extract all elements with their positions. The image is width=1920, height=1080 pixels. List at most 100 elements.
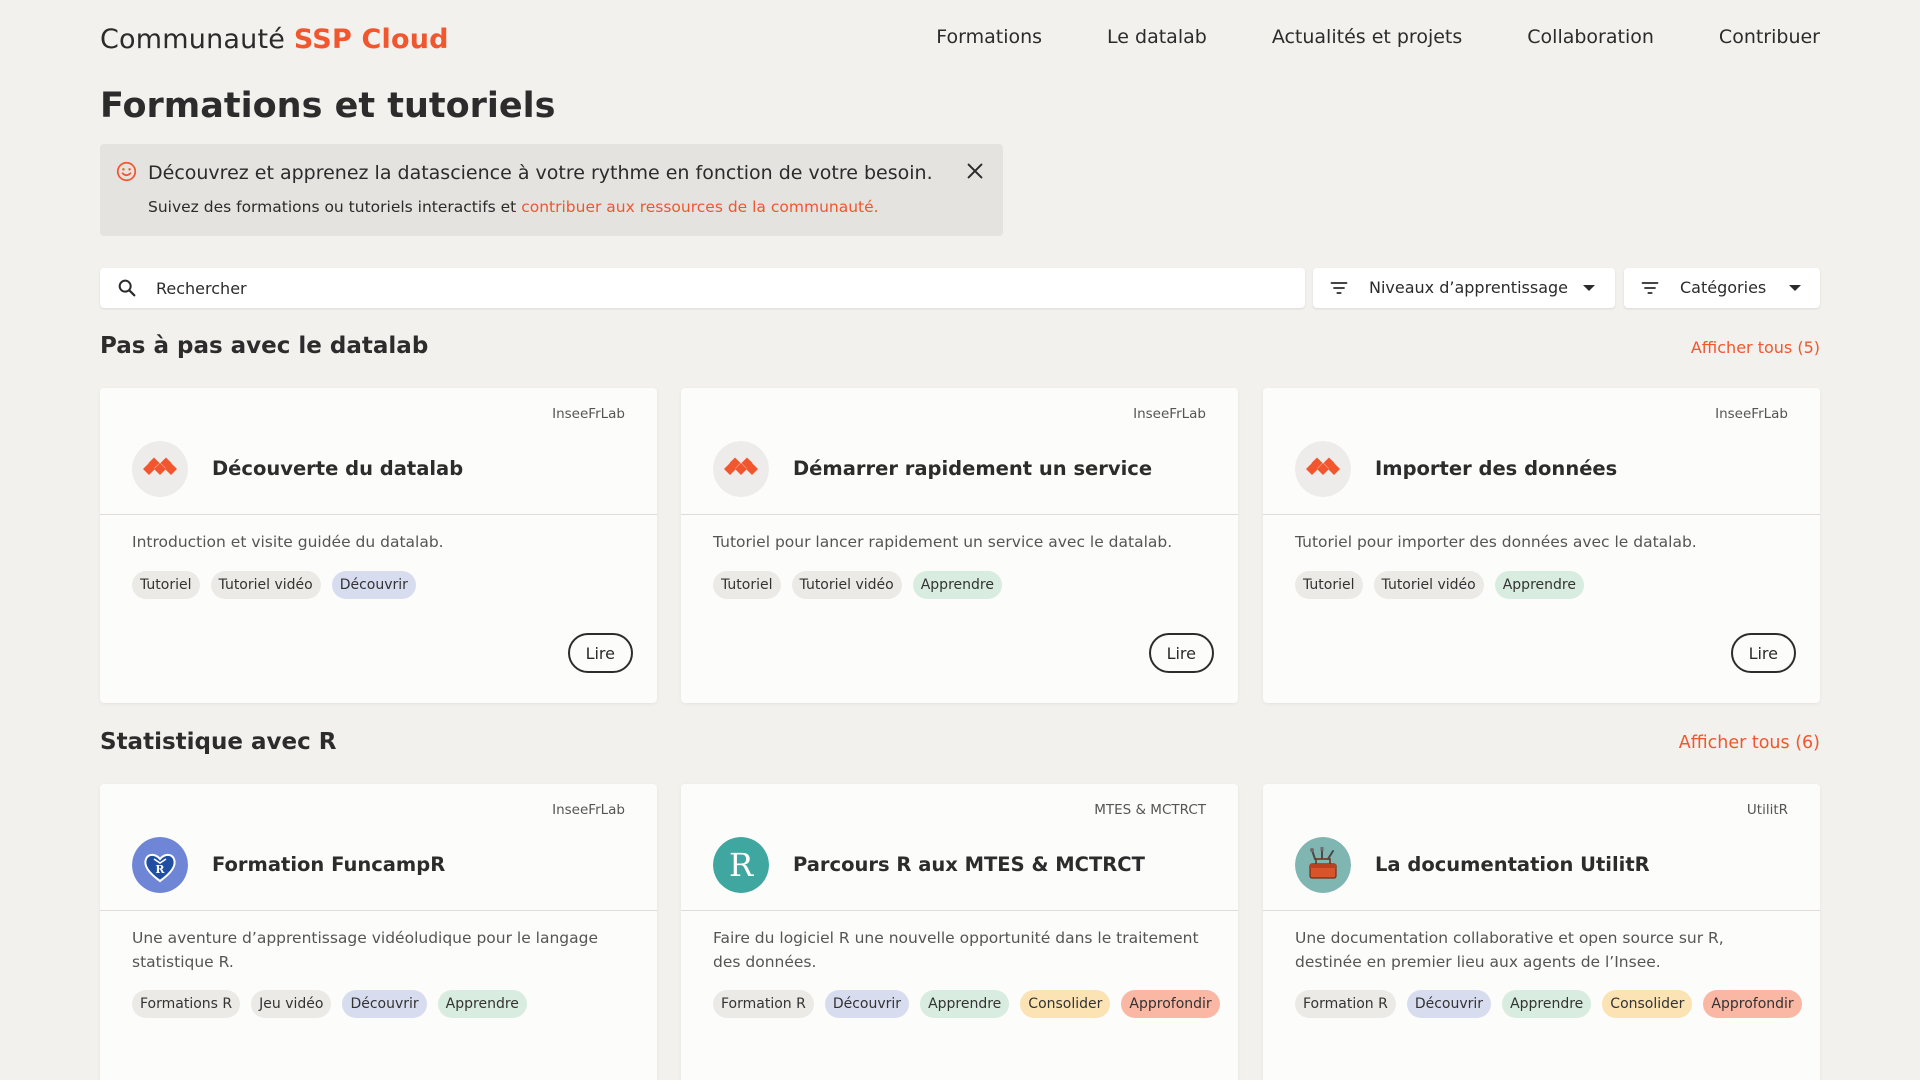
tag[interactable]: Découvrir [331,571,416,599]
tag[interactable]: Découvrir [824,990,910,1018]
filter-icon [1641,282,1659,294]
close-icon[interactable] [964,160,986,182]
brand-name: SSP Cloud [293,24,449,55]
card-divider [100,910,657,911]
tag[interactable]: Tutoriel [1295,571,1363,599]
categories-filter-dropdown[interactable]: Catégories [1624,268,1820,308]
card-org: UtilitR [1746,802,1788,818]
main-nav: Formations Le datalab Actualités et proj… [936,26,1820,48]
card-tags: Formations R Jeu vidéo Découvrir Apprend… [132,990,642,1018]
card-tags: Tutoriel Tutoriel vidéo Apprendre [1295,571,1805,599]
card-divider [1263,514,1820,515]
banner-sub-text: Suivez des formations ou tutoriels inter… [148,198,517,216]
tag[interactable]: Apprendre [912,571,1002,599]
nav-collaboration[interactable]: Collaboration [1527,26,1654,48]
tag[interactable]: Tutoriel [713,571,781,599]
read-button[interactable]: Lire [1730,633,1796,673]
tag[interactable]: Jeu vidéo [251,990,332,1018]
nav-formations[interactable]: Formations [936,26,1042,48]
card-divider [100,514,657,515]
card-tags: Formation R Découvrir Apprendre Consolid… [1295,990,1805,1018]
r-letter-icon: R [713,837,769,893]
tag[interactable]: Apprendre [1494,571,1584,599]
tag[interactable]: Tutoriel vidéo [210,571,321,599]
card-org: InseeFrLab [1133,406,1206,422]
levels-filter-dropdown[interactable]: Niveaux d’apprentissage [1313,268,1615,308]
tag[interactable]: Formations R [132,990,241,1018]
onyxia-icon [132,441,188,497]
levels-filter-label: Niveaux d’apprentissage [1369,278,1568,297]
page-title: Formations et tutoriels [100,86,556,126]
site-logo[interactable]: Communauté SSP Cloud [100,24,449,55]
show-all-link[interactable]: Afficher tous (6) [1679,733,1820,753]
contribute-link[interactable]: contribuer aux ressources de la communau… [521,198,878,216]
nav-contribuer[interactable]: Contribuer [1719,26,1820,48]
card-org: InseeFrLab [552,406,625,422]
tag[interactable]: Consolider [1020,990,1111,1018]
card-org: InseeFrLab [552,802,625,818]
banner-subtext: Suivez des formations ou tutoriels inter… [148,198,879,216]
card-title: Formation FuncampR [212,853,446,876]
card-divider [681,910,1238,911]
info-banner: Découvrez et apprenez la datascience à v… [100,144,1003,236]
tag[interactable]: Tutoriel [132,571,200,599]
card-org: InseeFrLab [1715,406,1788,422]
card-description: Faire du logiciel R une nouvelle opportu… [713,929,1199,971]
search-bar [100,268,1305,308]
funcampr-heart-icon: R [132,837,188,893]
brand-prefix: Communauté [100,24,286,55]
svg-text:R: R [155,863,165,876]
card-tags: Tutoriel Tutoriel vidéo Apprendre [713,571,1223,599]
onyxia-icon [1295,441,1351,497]
banner-headline: Découvrez et apprenez la datascience à v… [148,162,933,184]
search-input[interactable] [156,268,1256,308]
card-title: Importer des données [1375,457,1618,480]
categories-filter-label: Catégories [1680,278,1767,297]
tag[interactable]: Tutoriel vidéo [1373,571,1484,599]
course-card[interactable]: MTES & MCTRCT R Parcours R aux MTES & MC… [681,784,1238,1080]
card-org: MTES & MCTRCT [1094,802,1206,818]
nav-le-datalab[interactable]: Le datalab [1107,26,1207,48]
tag[interactable]: Découvrir [1406,990,1492,1018]
card-description: Introduction et visite guidée du datalab… [132,533,444,551]
tag[interactable]: Tutoriel vidéo [791,571,902,599]
card-title: Parcours R aux MTES & MCTRCT [793,853,1145,876]
toolbox-icon [1295,837,1351,893]
tag[interactable]: Apprendre [1502,990,1592,1018]
card-description: Une aventure d’apprentissage vidéoludiqu… [132,929,599,971]
tag[interactable]: Apprendre [437,990,527,1018]
tag[interactable]: Apprendre [920,990,1010,1018]
tag[interactable]: Découvrir [342,990,427,1018]
card-description: Tutoriel pour lancer rapidement un servi… [713,533,1173,551]
tag[interactable]: Formation R [713,990,814,1018]
tag[interactable]: Approfondir [1703,990,1802,1018]
card-tags: Tutoriel Tutoriel vidéo Découvrir [132,571,642,599]
course-card[interactable]: InseeFrLab R Formation FuncampR Une aven… [100,784,657,1080]
read-button[interactable]: Lire [1148,633,1214,673]
smiley-icon [116,161,137,182]
card-divider [1263,910,1820,911]
svg-text:R: R [729,846,754,884]
card-title: Découverte du datalab [212,457,464,480]
card-description: Tutoriel pour importer des données avec … [1295,533,1697,551]
read-button[interactable]: Lire [567,633,633,673]
onyxia-icon [713,441,769,497]
tag[interactable]: Formation R [1295,990,1396,1018]
tag[interactable]: Consolider [1602,990,1693,1018]
course-card[interactable]: UtilitR La documentation UtilitR Une doc… [1263,784,1820,1080]
card-title: La documentation UtilitR [1375,853,1650,876]
caret-down-icon [1583,285,1595,291]
nav-actualites-projets[interactable]: Actualités et projets [1272,26,1462,48]
course-card[interactable]: InseeFrLab Découverte du datalab Introdu… [100,388,657,703]
caret-down-icon [1789,285,1801,291]
card-tags: Formation R Découvrir Apprendre Consolid… [713,990,1223,1018]
section-title: Statistique avec R [100,729,337,755]
card-divider [681,514,1238,515]
tag[interactable]: Approfondir [1121,990,1220,1018]
card-title: Démarrer rapidement un service [793,457,1153,480]
show-all-link[interactable]: Afficher tous (5) [1691,338,1820,357]
section-title: Pas à pas avec le datalab [100,333,429,359]
course-card[interactable]: InseeFrLab Démarrer rapidement un servic… [681,388,1238,703]
course-card[interactable]: InseeFrLab Importer des données Tutoriel… [1263,388,1820,703]
card-description: Une documentation collaborative et open … [1295,929,1724,971]
